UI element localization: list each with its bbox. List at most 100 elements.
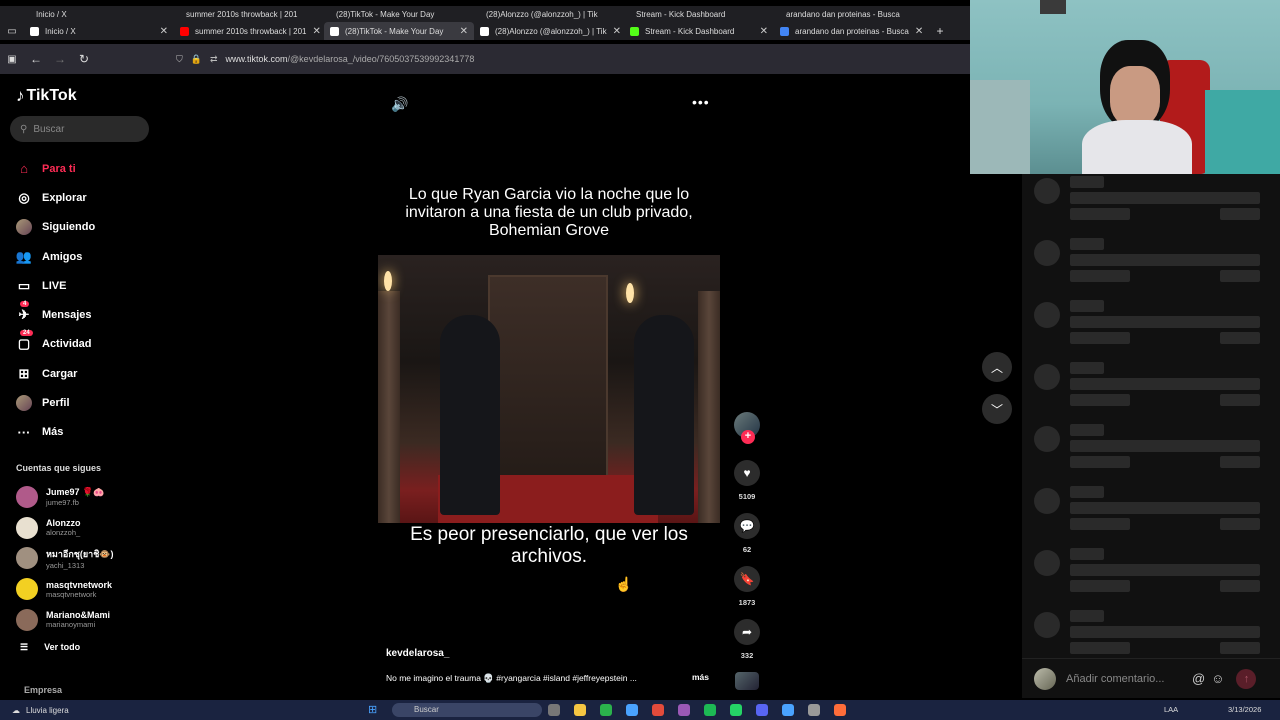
- avatar: [16, 608, 38, 631]
- url-bar[interactable]: ⛉ 🔒 ⇄ www.tiktok.com/@kevdelarosa_/video…: [176, 54, 474, 65]
- sidebar-toggle-icon[interactable]: ▣: [0, 54, 24, 65]
- ghost-tab-label: arandano dan proteinas - Busca: [786, 9, 900, 19]
- sidebar-item-mensajes[interactable]: ✈ 4 Mensajes: [16, 300, 156, 329]
- new-tab-icon[interactable]: +: [928, 24, 952, 38]
- mention-icon[interactable]: @: [1192, 671, 1205, 686]
- chevron-down-icon: ﹀: [990, 402, 1003, 417]
- browser-tab[interactable]: arandano dan proteinas - Busca ✕: [774, 22, 924, 40]
- sidebar-item-amigos[interactable]: 👥 Amigos: [16, 242, 156, 271]
- firefox-icon[interactable]: [834, 704, 846, 716]
- heart-icon[interactable]: ♥: [734, 460, 760, 486]
- app-purple-icon[interactable]: [678, 704, 690, 716]
- file-explorer-icon[interactable]: [574, 704, 586, 716]
- sidebar-item-live[interactable]: ▭ LIVE: [16, 271, 156, 300]
- windows-start-icon[interactable]: ⊞: [368, 703, 377, 716]
- close-icon[interactable]: ✕: [613, 26, 621, 37]
- following-handle: jume97.fb: [46, 498, 79, 508]
- see-all-button[interactable]: ☰ Ver todo: [20, 642, 80, 653]
- nav-icon-wrap: ⌂: [16, 161, 32, 177]
- tab-label: Stream - Kick Dashboard: [645, 26, 735, 36]
- comment-action[interactable]: 💬 62: [732, 513, 762, 554]
- browser-tab[interactable]: Inicio / X ✕: [24, 22, 174, 40]
- upload-icon: ⊞: [18, 365, 30, 381]
- spotify-icon[interactable]: [704, 704, 716, 716]
- wall-poster: [1040, 0, 1066, 14]
- clock-date[interactable]: 3/13/2026: [1228, 705, 1261, 714]
- company-link[interactable]: Empresa: [24, 685, 62, 695]
- taskbar-search[interactable]: Buscar: [392, 703, 542, 717]
- share-icon[interactable]: ➦: [734, 619, 760, 645]
- following-name: masqtvnetwork: [46, 579, 113, 590]
- activity-icon: ▢: [17, 336, 31, 352]
- sidebar-item-explorar[interactable]: ◎ Explorar: [16, 183, 156, 212]
- sidebar-item-actividad[interactable]: ▢ 24 Actividad: [16, 330, 156, 359]
- browser-tab[interactable]: (28)TikTok - Make Your Day ✕: [324, 22, 474, 40]
- task-view-icon[interactable]: [548, 704, 560, 716]
- discord-icon[interactable]: [756, 704, 768, 716]
- like-action[interactable]: ♥ 5109: [732, 460, 762, 501]
- description-more-button[interactable]: más: [692, 672, 709, 682]
- sidebar-item-cargar[interactable]: ⊞ Cargar: [16, 359, 156, 388]
- tab-list-icon[interactable]: ▭: [0, 26, 24, 37]
- creator-avatar[interactable]: +: [734, 412, 760, 444]
- following-name: Mariano&Mami: [46, 610, 111, 621]
- sidebar-item-más[interactable]: ··· Más: [16, 418, 156, 447]
- google-icon: [780, 26, 789, 36]
- volume-icon[interactable]: 🔊: [391, 96, 408, 113]
- tab-strip-ghost: Inicio / X summer 2010s throwback | 201 (2…: [0, 6, 970, 22]
- skeleton-line: [1070, 192, 1260, 204]
- sidebar-item-para-ti[interactable]: ⌂ Para ti: [16, 154, 156, 183]
- tiktok-logo[interactable]: ♪ TikTok: [16, 86, 77, 106]
- follow-plus-icon[interactable]: +: [741, 430, 755, 444]
- sidebar-item-perfil[interactable]: Perfil: [16, 388, 156, 417]
- next-video-button[interactable]: ﹀: [982, 394, 1012, 424]
- following-item[interactable]: Jume97 🌹🐽 jume97.fb: [16, 482, 156, 513]
- browser-tab[interactable]: Stream - Kick Dashboard ✕: [624, 22, 774, 40]
- whatsapp-icon[interactable]: [730, 704, 742, 716]
- close-icon[interactable]: ✕: [460, 26, 468, 37]
- edge-icon[interactable]: [626, 704, 638, 716]
- sidebar-item-label: Actividad: [42, 338, 92, 351]
- app-red-icon[interactable]: [652, 704, 664, 716]
- door: [488, 275, 608, 505]
- ghost-tab-label: Inicio / X: [36, 9, 67, 19]
- following-item[interactable]: หมาอีกชุ(ยาชิ🐵) yachi_1313: [16, 543, 156, 574]
- back-icon[interactable]: ←: [24, 52, 48, 66]
- share-action[interactable]: ➦ 332: [732, 619, 762, 660]
- following-item[interactable]: Alonzzo alonzzoh_: [16, 513, 156, 544]
- store-icon[interactable]: [600, 704, 612, 716]
- language-indicator[interactable]: LAA: [1164, 705, 1178, 714]
- previous-video-button[interactable]: ︿: [982, 352, 1012, 382]
- author-name[interactable]: kevdelarosa_: [386, 648, 449, 659]
- following-item[interactable]: Mariano&Mami marianoymami: [16, 604, 156, 635]
- browser-tab[interactable]: (28)Alonzzo (@alonzzoh_) | Tik ✕: [474, 22, 624, 40]
- close-icon[interactable]: ✕: [915, 26, 923, 37]
- following-handle: masqtvnetwork: [46, 589, 97, 599]
- emoji-icon[interactable]: ☺: [1211, 671, 1224, 686]
- reload-icon[interactable]: ↻: [72, 52, 96, 66]
- video-player[interactable]: [378, 255, 720, 523]
- following-item[interactable]: masqtvnetwork masqtvnetwork: [16, 574, 156, 605]
- comment-input[interactable]: Añadir comentario...: [1066, 673, 1186, 685]
- comment-icon[interactable]: 💬: [734, 513, 760, 539]
- sidebar-item-siguiendo[interactable]: Siguiendo: [16, 213, 156, 242]
- save-action[interactable]: 🔖 1873: [732, 566, 762, 607]
- sidebar-item-label: Cargar: [42, 367, 78, 380]
- close-icon[interactable]: ✕: [312, 26, 320, 37]
- more-options-icon[interactable]: •••: [692, 94, 710, 110]
- browser-tab[interactable]: summer 2010s throwback | 201 ✕: [174, 22, 324, 40]
- forward-icon[interactable]: →: [48, 52, 72, 66]
- bookmark-icon[interactable]: 🔖: [734, 566, 760, 592]
- nav-icon-wrap: ◎: [16, 190, 32, 206]
- close-icon[interactable]: ✕: [160, 26, 168, 37]
- search-input[interactable]: ⚲ Buscar: [10, 116, 149, 142]
- weather-widget[interactable]: ☁ Lluvia ligera: [12, 706, 69, 715]
- list-icon: ☰: [20, 642, 29, 652]
- sidebar-item-label: Mensajes: [42, 309, 92, 322]
- send-button[interactable]: ↑: [1236, 668, 1257, 689]
- taskbar-search-placeholder: Buscar: [414, 705, 439, 714]
- app-blue-icon[interactable]: [782, 704, 794, 716]
- music-disc-icon[interactable]: [735, 672, 759, 690]
- app-gray-icon[interactable]: [808, 704, 820, 716]
- close-icon[interactable]: ✕: [760, 26, 768, 37]
